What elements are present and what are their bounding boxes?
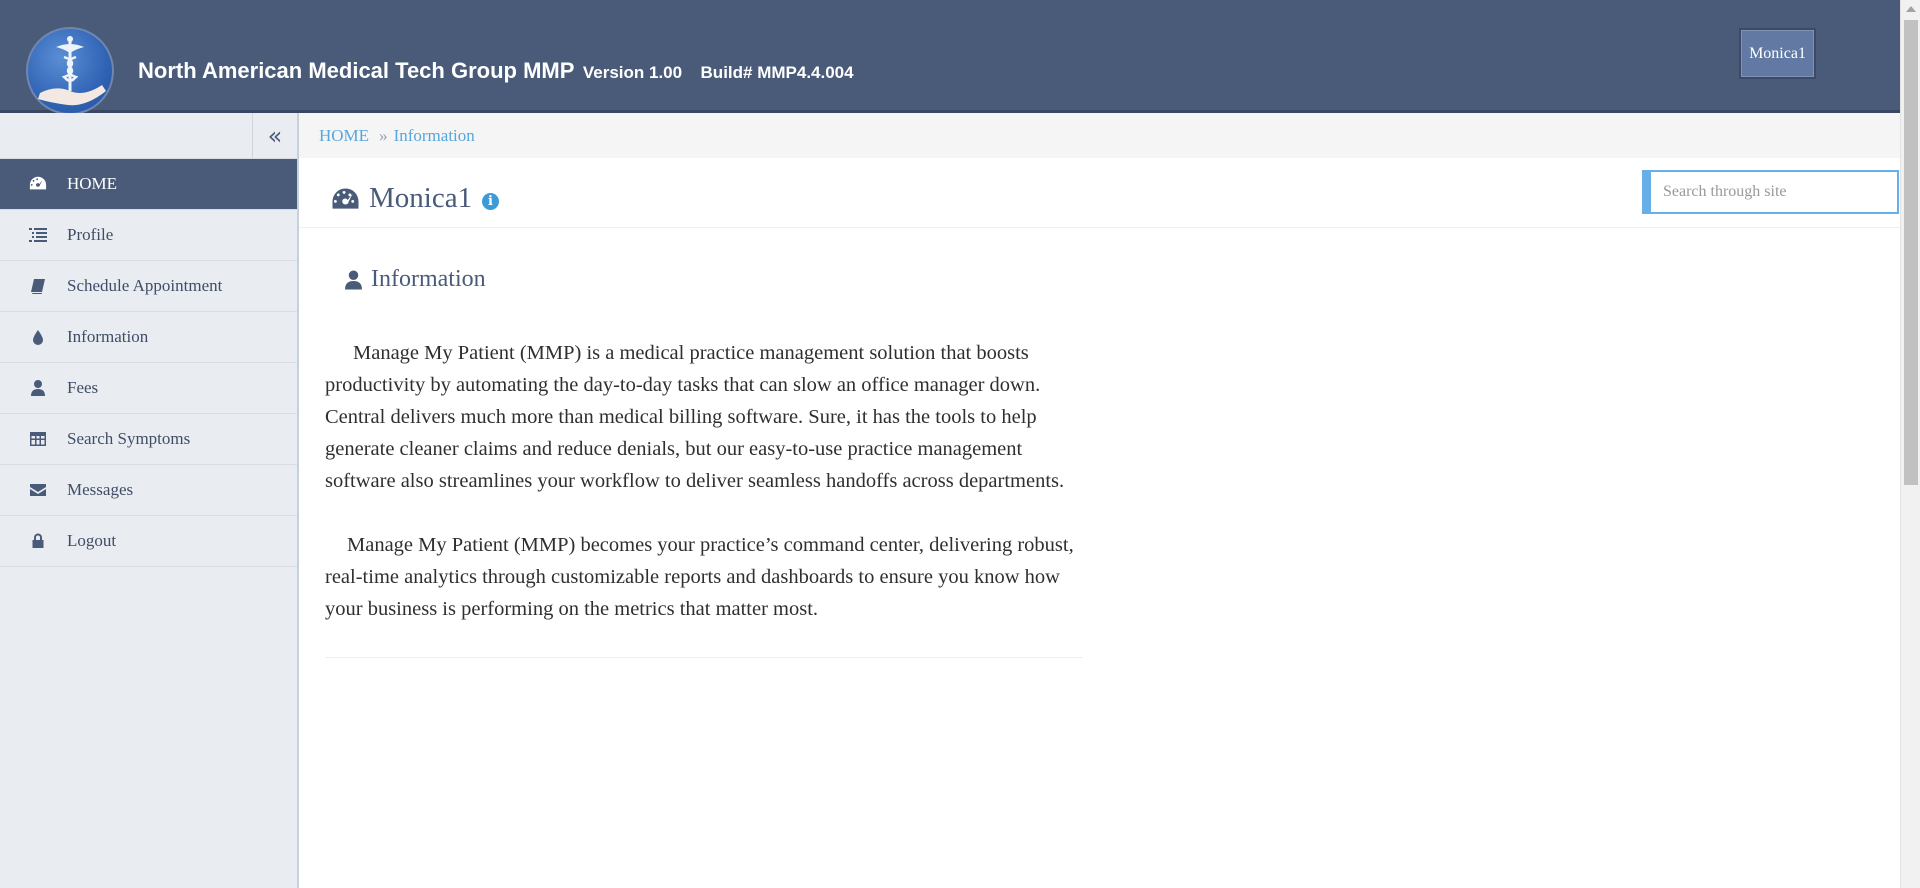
sidebar-item-label: Search Symptoms [67,429,191,448]
page-title: Monica1 [369,182,473,214]
sidebar-nav: HOME Profile Schedule Appointment Inform… [0,159,297,567]
content-divider [325,657,1083,658]
site-search [1642,170,1899,214]
build-label: Build# MMP4.4.004 [700,63,854,82]
sidebar-item-label: Information [67,327,149,346]
sidebar-item-label: Logout [67,531,117,550]
sidebar-item-label: Fees [67,378,99,397]
sidebar-item-label: Schedule Appointment [67,276,223,295]
user-icon [29,379,47,397]
user-menu-button[interactable]: Monica1 [1739,28,1816,79]
sidebar-item-information[interactable]: Information [0,312,297,363]
sidebar-collapse-button[interactable]: « [252,113,297,158]
information-content: Manage My Patient (MMP) is a medical pra… [325,337,1083,625]
sidebar: « HOME Profile Schedule Appointment Info… [0,113,299,888]
list-icon [29,226,47,244]
page-scrollbar[interactable] [1900,0,1920,888]
breadcrumb-current-link[interactable]: Information [394,126,475,146]
breadcrumb-separator: » [379,125,388,145]
sidebar-item-search-symptoms[interactable]: Search Symptoms [0,414,297,465]
app-title: North American Medical Tech Group MMP Ve… [138,58,854,84]
table-icon [29,430,47,448]
book-icon [29,277,47,295]
breadcrumb-home-link[interactable]: HOME [319,126,369,146]
lock-icon [29,532,47,550]
sidebar-item-label: Profile [67,225,114,244]
envelope-icon [29,481,47,499]
sidebar-item-logout[interactable]: Logout [0,516,297,567]
sidebar-item-messages[interactable]: Messages [0,465,297,516]
sidebar-item-label: Messages [67,480,134,499]
version-label: Version 1.00 [582,63,683,82]
scrollbar-thumb[interactable] [1904,20,1918,485]
sidebar-item-fees[interactable]: Fees [0,363,297,414]
info-circle-icon[interactable]: i [482,193,499,210]
sidebar-item-home[interactable]: HOME [0,159,297,210]
dashboard-icon [29,175,47,193]
sidebar-item-label: HOME [67,174,118,193]
company-name: North American Medical Tech Group MMP [138,58,575,83]
sidebar-item-schedule-appointment[interactable]: Schedule Appointment [0,261,297,312]
user-icon [345,270,362,289]
breadcrumb: HOME » Information [299,113,1900,158]
paragraph: Manage My Patient (MMP) is a medical pra… [325,342,1065,492]
page-header: Monica1 i [299,158,1900,228]
section-heading: Information [344,266,486,293]
caduceus-hand-logo-icon [26,27,114,115]
search-input[interactable] [1651,172,1897,212]
app-header: North American Medical Tech Group MMP Ve… [0,0,1900,115]
paragraph: Manage My Patient (MMP) becomes your pra… [325,534,1074,620]
double-chevron-left-icon: « [267,121,283,150]
section-title: Information [371,266,486,292]
sidebar-item-profile[interactable]: Profile [0,210,297,261]
scroll-up-icon[interactable] [1906,6,1916,12]
drop-icon [29,328,47,346]
dashboard-icon [332,188,359,209]
sidebar-collapse-area: « [0,113,297,159]
